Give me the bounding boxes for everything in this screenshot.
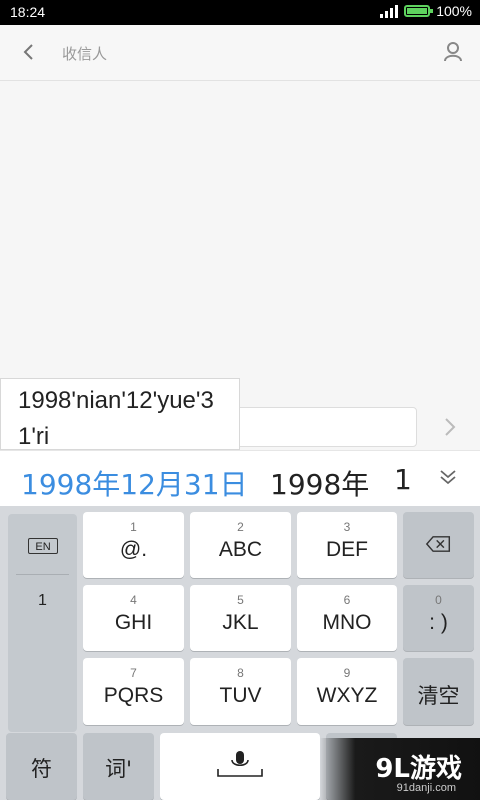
en-switch-key[interactable]: EN <box>28 538 58 554</box>
watermark-logo: 9L游戏 <box>375 754 462 784</box>
keyboard: EN 1 1 @. 2 ABC 3 DEF 4 GHI 5 JKL 6 MNO … <box>0 506 480 800</box>
key-number: 7 <box>130 666 137 680</box>
key-8[interactable]: 8 TUV <box>190 658 291 725</box>
recipient-field[interactable]: 收信人 <box>62 43 107 64</box>
contact-icon[interactable] <box>438 37 468 67</box>
key-label: WXYZ <box>316 684 378 707</box>
status-bar: 18:24 100% <box>0 0 480 25</box>
key-7[interactable]: 7 PQRS <box>83 658 184 725</box>
key-label: MNO <box>322 611 372 634</box>
key-number: 9 <box>343 666 351 680</box>
candidate-1[interactable]: 1998年12月31日 <box>21 463 248 503</box>
word-key[interactable]: 词' <box>83 733 154 800</box>
status-icons: 100% <box>380 3 472 19</box>
back-icon[interactable] <box>14 37 44 67</box>
candidate-bar: 1998年12月31日 1998年 1 <box>0 450 480 507</box>
send-icon[interactable] <box>436 413 464 441</box>
key-label: ABC <box>218 538 263 561</box>
side-panel: EN 1 <box>8 514 77 732</box>
battery-icon <box>404 5 434 17</box>
key-number: 2 <box>237 520 244 534</box>
microphone-icon <box>217 751 263 777</box>
battery-percent: 100% <box>436 3 472 19</box>
candidate-3[interactable]: 1 <box>394 463 412 496</box>
side-digit-key[interactable]: 1 <box>8 592 77 610</box>
key-number: 4 <box>130 593 137 607</box>
key-6[interactable]: 6 MNO <box>297 585 397 651</box>
side-divider <box>16 574 69 575</box>
pinyin-composition: 1998'nian'12'yue'31'ri <box>0 378 240 450</box>
watermark-url: 91danji.com <box>396 782 456 794</box>
key-number: 1 <box>130 520 137 534</box>
key-number: 3 <box>343 520 351 534</box>
key-1[interactable]: 1 @. <box>83 512 184 578</box>
clock: 18:24 <box>10 4 46 20</box>
word-label: 词' <box>105 757 132 781</box>
expand-candidates-icon[interactable] <box>436 465 460 489</box>
space-key[interactable] <box>160 733 320 800</box>
key-9[interactable]: 9 WXYZ <box>297 658 397 725</box>
symbol-label: 符 <box>31 757 52 781</box>
key-0[interactable]: 0 : ) <box>403 585 474 651</box>
clear-key[interactable]: 清空 <box>403 658 474 725</box>
compose-header: 收信人 <box>0 25 480 81</box>
key-number: 0 <box>435 593 442 607</box>
message-area <box>0 81 480 381</box>
watermark: 9L游戏 91danji.com <box>320 738 480 800</box>
symbol-key[interactable]: 符 <box>6 733 77 800</box>
key-label: @. <box>119 538 148 561</box>
key-number: 5 <box>237 593 244 607</box>
candidate-2[interactable]: 1998年 <box>270 463 369 503</box>
key-label: JKL <box>222 611 259 634</box>
key-5[interactable]: 5 JKL <box>190 585 291 651</box>
key-label: PQRS <box>103 684 164 707</box>
key-number: 6 <box>343 593 351 607</box>
signal-icon <box>380 4 399 18</box>
key-4[interactable]: 4 GHI <box>83 585 184 651</box>
key-number: 8 <box>237 666 244 680</box>
key-label: DEF <box>326 538 368 561</box>
backspace-key[interactable] <box>403 512 474 578</box>
key-label: : ) <box>429 611 448 634</box>
key-2[interactable]: 2 ABC <box>190 512 291 578</box>
clear-label: 清空 <box>417 684 460 708</box>
key-label: GHI <box>114 611 153 634</box>
key-label: TUV <box>219 684 262 707</box>
backspace-icon <box>425 536 451 552</box>
key-3[interactable]: 3 DEF <box>297 512 397 578</box>
